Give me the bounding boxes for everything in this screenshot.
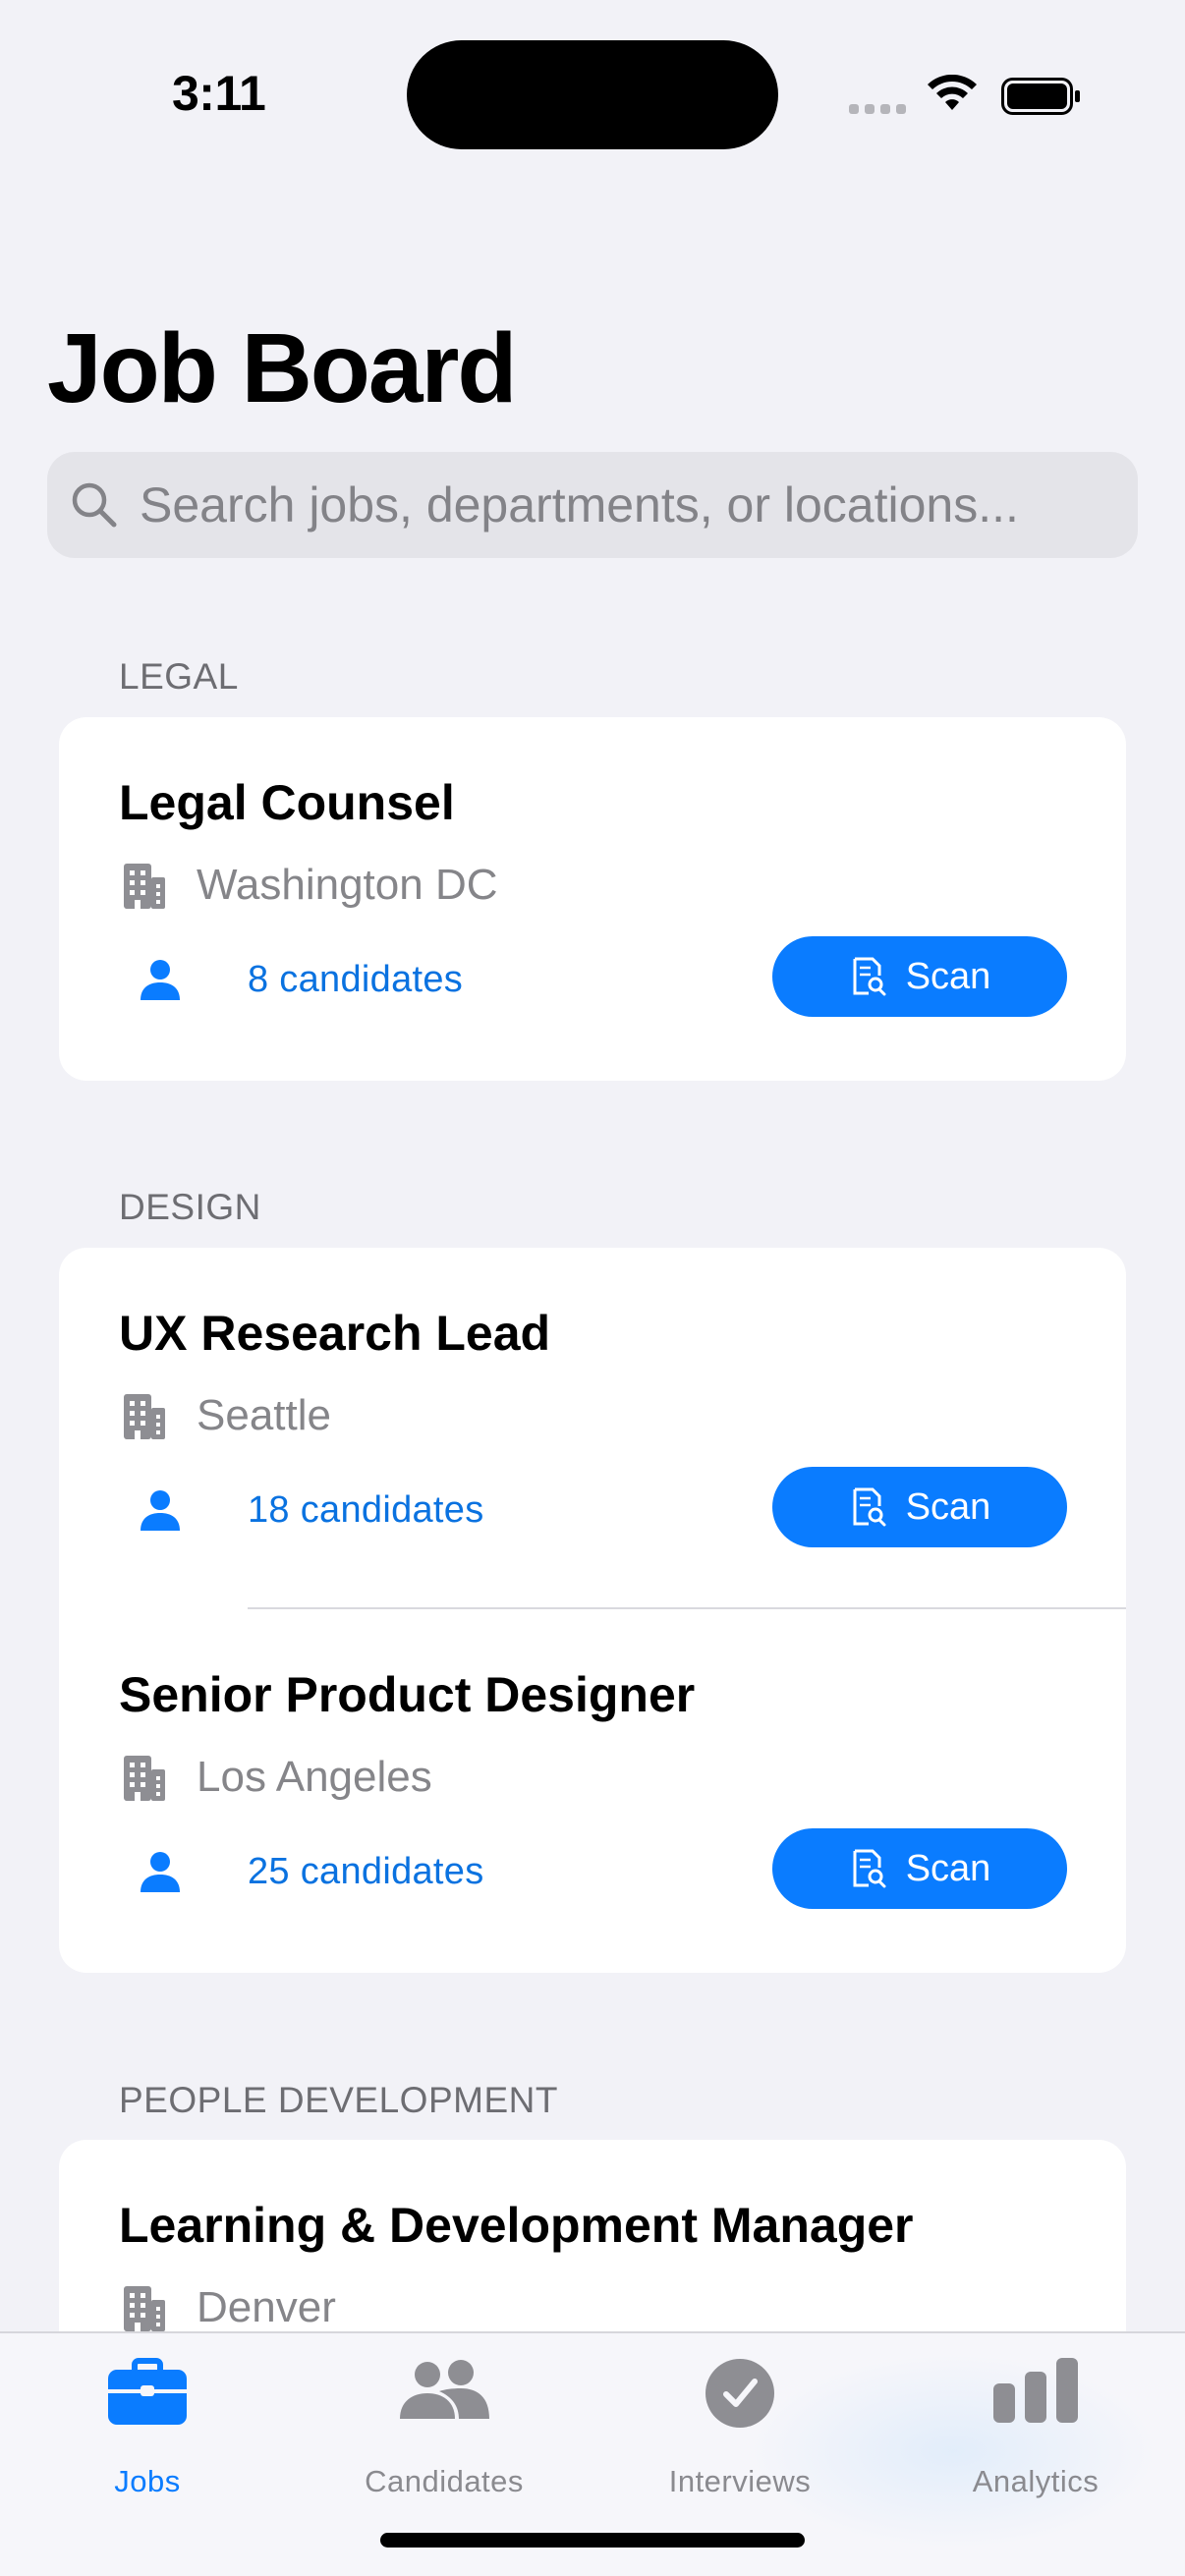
job-title: UX Research Lead [119,1306,551,1361]
tab-label: Analytics [972,2464,1100,2498]
job-location: Denver [197,2283,336,2331]
building-icon [124,1756,165,1801]
home-indicator[interactable] [380,2533,805,2548]
tab-label: Jobs [114,2464,181,2498]
job-location: Washington DC [197,861,498,909]
building-icon [124,1394,165,1439]
section-header-legal: LEGAL [119,656,239,697]
scan-button[interactable]: Scan [772,1467,1067,1547]
candidates-count[interactable]: 25 candidates [248,1851,484,1893]
bar-chart-icon [993,2358,1078,2423]
scan-button[interactable]: Scan [772,936,1067,1017]
person-icon [141,1490,180,1531]
candidates-count[interactable]: 18 candidates [248,1489,484,1532]
briefcase-icon [108,2358,187,2425]
dynamic-island [407,40,778,149]
job-location: Seattle [197,1391,331,1439]
search-input[interactable] [140,476,1122,533]
job-title: Senior Product Designer [119,1667,696,1722]
job-board-screen: 3:11 Job Board LEGAL Legal Counsel [0,0,1185,2576]
job-row[interactable]: Legal Counsel Washington DC 8 candidates [59,717,1126,1081]
job-title: Learning & Development Manager [119,2198,914,2253]
person-icon [141,960,180,1000]
tab-candidates[interactable]: Candidates [297,2333,592,2530]
tab-interviews[interactable]: Interviews [592,2333,887,2530]
tab-jobs[interactable]: Jobs [0,2333,295,2530]
job-title: Legal Counsel [119,775,455,830]
tab-label: Candidates [365,2464,524,2498]
scan-button-label: Scan [905,955,991,997]
scan-button[interactable]: Scan [772,1828,1067,1909]
job-location: Los Angeles [197,1753,432,1801]
battery-icon [1001,78,1080,115]
tab-label: Interviews [668,2464,812,2498]
candidates-count[interactable]: 8 candidates [248,959,463,1001]
document-magnifier-icon [853,1849,886,1888]
wifi-icon [928,75,977,110]
tab-analytics[interactable]: Analytics [888,2333,1183,2530]
page-title: Job Board [47,313,517,423]
section-card-design: UX Research Lead Seattle 18 candidates S… [59,1248,1126,1973]
building-icon [124,2286,165,2331]
job-row[interactable]: Senior Product Designer Los Angeles 25 c… [59,1609,1126,1973]
status-time: 3:11 [172,66,266,121]
document-magnifier-icon [853,957,886,996]
person-icon [141,1852,180,1892]
document-magnifier-icon [853,1487,886,1527]
job-row[interactable]: UX Research Lead Seattle 18 candidates S… [59,1248,1126,1609]
section-header-design: DESIGN [119,1187,261,1227]
checkmark-circle-icon [705,2359,774,2428]
search-icon [72,482,117,528]
building-icon [124,864,165,909]
section-card-legal: Legal Counsel Washington DC 8 candidates [59,717,1126,1081]
people-icon [400,2360,489,2419]
scan-button-label: Scan [905,1847,991,1889]
search-bar[interactable] [47,452,1138,558]
section-header-people-development: PEOPLE DEVELOPMENT [119,2080,558,2120]
scan-button-label: Scan [905,1485,991,1528]
cellular-signal-icon [849,104,906,114]
